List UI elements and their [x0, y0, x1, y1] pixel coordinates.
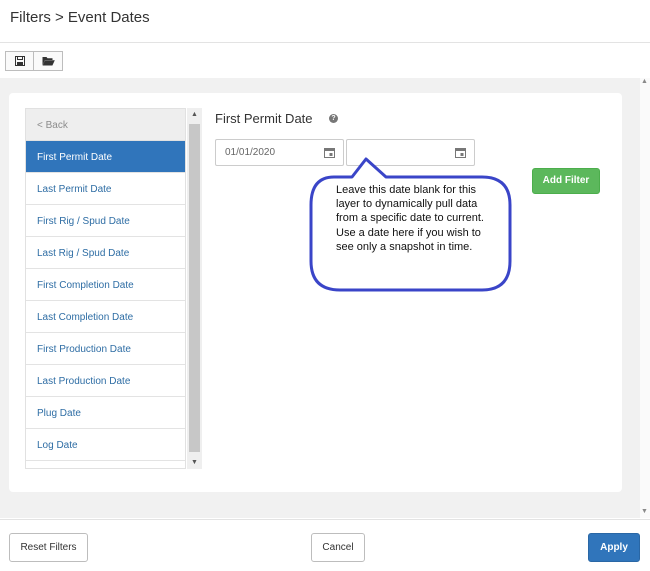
- sidebar-item-first-completion-date[interactable]: First Completion Date: [26, 269, 185, 301]
- sidebar-item-last-completion-date[interactable]: Last Completion Date: [26, 301, 185, 333]
- sidebar-item-first-rig-spud-date[interactable]: First Rig / Spud Date: [26, 205, 185, 237]
- sidebar-item-last-rig-spud-date[interactable]: Last Rig / Spud Date: [26, 237, 185, 269]
- page-header: Filters > Event Dates: [0, 0, 650, 43]
- scroll-up-icon[interactable]: ▲: [641, 78, 648, 85]
- cancel-button[interactable]: Cancel: [311, 533, 365, 562]
- apply-button[interactable]: Apply: [588, 533, 640, 562]
- page-title: Filters > Event Dates: [10, 9, 150, 26]
- toolbar: [5, 51, 63, 71]
- scrollbar-thumb[interactable]: [189, 124, 200, 452]
- sidebar-item-first-permit-date[interactable]: First Permit Date: [26, 141, 185, 173]
- scroll-down-icon[interactable]: ▼: [641, 508, 648, 515]
- back-link[interactable]: < Back: [26, 109, 185, 141]
- save-button[interactable]: [5, 51, 34, 71]
- add-filter-button[interactable]: Add Filter: [532, 168, 600, 194]
- open-button[interactable]: [34, 51, 63, 71]
- sidebar-item-first-production-date[interactable]: First Production Date: [26, 333, 185, 365]
- sidebar-item-last-production-date[interactable]: Last Production Date: [26, 365, 185, 397]
- scroll-down-icon[interactable]: ▼: [191, 459, 198, 466]
- sidebar-scrollbar[interactable]: ▲ ▼: [187, 108, 202, 469]
- callout-text: Leave this date blank for this layer to …: [336, 184, 484, 253]
- help-icon[interactable]: ?: [329, 114, 338, 123]
- reset-filters-button[interactable]: Reset Filters: [9, 533, 88, 562]
- sidebar-item-last-permit-date[interactable]: Last Permit Date: [26, 173, 185, 205]
- event-date-list: < Back First Permit Date Last Permit Dat…: [25, 108, 186, 469]
- save-icon: [14, 56, 25, 66]
- event-date-sidebar: < Back First Permit Date Last Permit Dat…: [25, 108, 202, 469]
- folder-open-icon: [42, 57, 55, 66]
- scroll-up-icon[interactable]: ▲: [191, 111, 198, 118]
- page-scrollbar[interactable]: ▲ ▼: [640, 78, 650, 518]
- sidebar-item-log-date[interactable]: Log Date: [26, 429, 185, 461]
- field-title: First Permit Date: [215, 111, 313, 126]
- date-from-value: 01/01/2020: [225, 147, 276, 158]
- sidebar-item-plug-date[interactable]: Plug Date: [26, 397, 185, 429]
